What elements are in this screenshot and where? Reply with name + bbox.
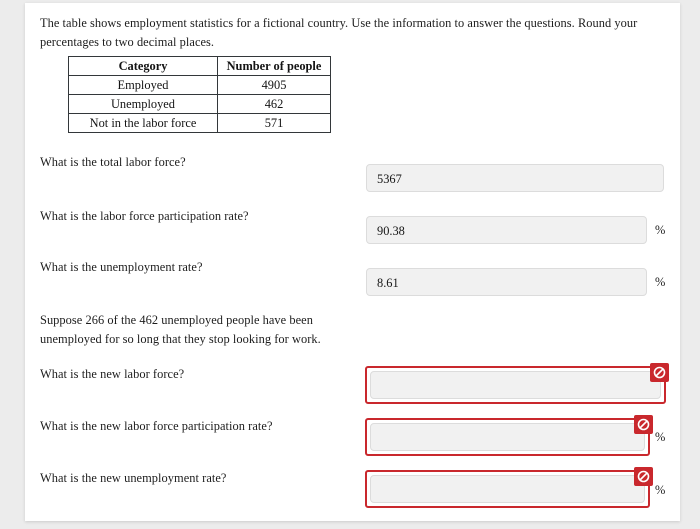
- question-label-participation-rate: What is the labor force participation ra…: [40, 209, 249, 223]
- answer-value-participation-rate: 90.38: [377, 224, 405, 238]
- prohibition-icon: [634, 467, 653, 486]
- answer-input-participation-rate[interactable]: 90.38: [366, 216, 647, 244]
- percent-label-participation-rate: %: [655, 223, 666, 237]
- table-cell-count: 571: [217, 113, 331, 133]
- table-cell-category: Unemployed: [68, 94, 218, 114]
- question-label-new-participation-rate: What is the new labor force participatio…: [40, 419, 273, 433]
- percent-label-new-participation-rate: %: [655, 430, 666, 444]
- question-card: The table shows employment statistics fo…: [25, 3, 680, 521]
- table-header-category: Category: [68, 56, 218, 76]
- answer-input-inner-new-unemployment-rate[interactable]: [370, 475, 645, 503]
- table-header-number: Number of people: [217, 56, 331, 76]
- answer-input-inner-new-labor-force[interactable]: [370, 371, 661, 399]
- prohibition-icon: [650, 363, 669, 382]
- intro-text: The table shows employment statistics fo…: [40, 16, 638, 49]
- table-cell-category: Employed: [68, 75, 218, 95]
- question-label-total-labor-force: What is the total labor force?: [40, 155, 186, 169]
- answer-value-unemployment-rate: 8.61: [377, 276, 399, 290]
- employment-statistics-table: Category Number of people Employed 4905 …: [68, 56, 331, 133]
- table-row: Unemployed 462: [68, 94, 331, 114]
- answer-input-new-participation-rate[interactable]: [365, 415, 653, 456]
- percent-label-unemployment-rate: %: [655, 275, 666, 289]
- answer-value-total-labor-force: 5367: [377, 172, 402, 186]
- prohibition-icon: [634, 415, 653, 434]
- answer-input-new-labor-force[interactable]: [365, 363, 669, 404]
- table-cell-count: 4905: [217, 75, 331, 95]
- percent-label-new-unemployment-rate: %: [655, 483, 666, 497]
- answer-input-unemployment-rate[interactable]: 8.61: [366, 268, 647, 296]
- table-cell-category: Not in the labor force: [68, 113, 218, 133]
- table-cell-count: 462: [217, 94, 331, 114]
- question-label-new-labor-force: What is the new labor force?: [40, 367, 185, 381]
- table-row: Not in the labor force 571: [68, 113, 331, 133]
- answer-input-new-unemployment-rate[interactable]: [365, 467, 653, 508]
- question-label-unemployment-rate: What is the unemployment rate?: [40, 260, 203, 274]
- table-header-row: Category Number of people: [68, 56, 331, 76]
- answer-input-total-labor-force[interactable]: 5367: [366, 164, 664, 192]
- scenario-text: Suppose 266 of the 462 unemployed people…: [40, 313, 321, 346]
- answer-input-inner-new-participation-rate[interactable]: [370, 423, 645, 451]
- table-row: Employed 4905: [68, 75, 331, 95]
- question-label-new-unemployment-rate: What is the new unemployment rate?: [40, 471, 227, 485]
